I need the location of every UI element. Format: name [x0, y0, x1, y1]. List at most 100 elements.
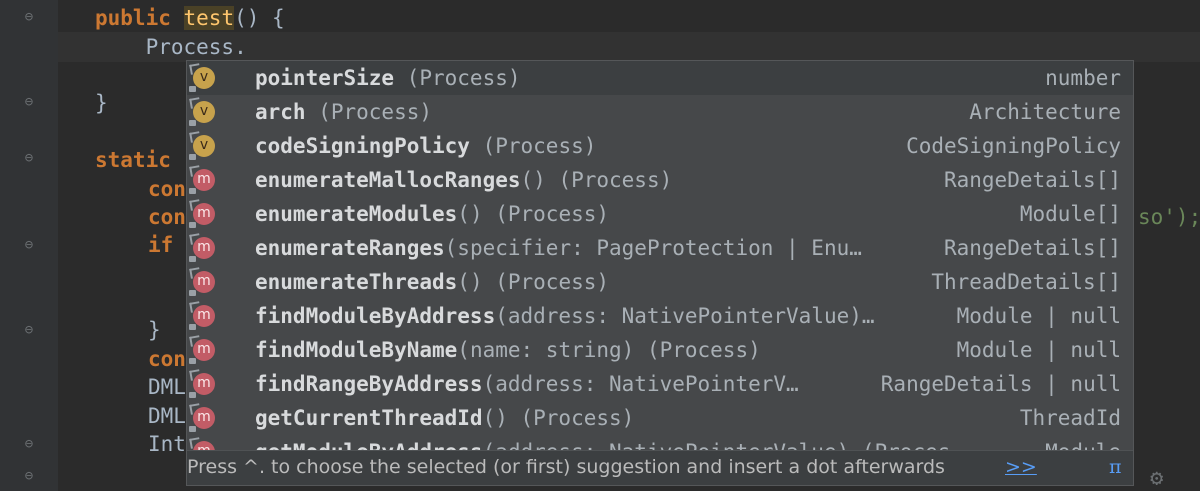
fold-marker-icon[interactable]: ⊖ — [22, 468, 36, 484]
suggestion-item[interactable]: v arch (Process) Architecture — [187, 95, 1133, 129]
suggestion-name: getCurrentThreadId — [255, 406, 483, 430]
suggestion-type: RangeDetails | null — [880, 372, 1121, 396]
suggestion-signature: findRangeByAddress(address: NativePointe… — [255, 367, 799, 401]
editor-gutter: ⊖ ⊖ ⊖ ⊖ ⊖ ⊖ ⊖ — [0, 0, 58, 491]
more-link[interactable]: >> — [1005, 451, 1037, 484]
code-line: } — [148, 318, 161, 342]
suggestion-name: enumerateMallocRanges — [255, 168, 521, 192]
pin-icon — [189, 267, 201, 279]
function-name: test — [183, 6, 235, 30]
suggestion-params: () (Process) — [482, 406, 635, 430]
suggestion-name: findRangeByAddress — [255, 372, 483, 396]
method-icon: m — [189, 369, 215, 398]
autocomplete-footer: Press ^. to choose the selected (or firs… — [187, 450, 1133, 485]
lock-icon — [189, 86, 196, 92]
suggestion-name: enumerateRanges — [255, 236, 445, 260]
lock-icon — [189, 154, 196, 160]
fold-marker-icon[interactable]: ⊖ — [22, 9, 36, 25]
suggestion-item[interactable]: m enumerateRanges(specifier: PageProtecti… — [187, 231, 1133, 265]
fold-marker-icon[interactable]: ⊖ — [22, 237, 36, 253]
autocomplete-popup[interactable]: v pointerSize (Process) number v arch (Proce… — [186, 60, 1134, 486]
code-line-current: Process. — [95, 35, 247, 59]
lock-icon — [189, 256, 196, 262]
suggestion-item[interactable]: m getCurrentThreadId() (Process) ThreadId — [187, 401, 1133, 435]
pin-icon — [189, 369, 201, 381]
keyword: public — [95, 6, 184, 30]
suggestion-signature: enumerateModules() (Process) — [255, 197, 609, 231]
pin-icon — [189, 437, 201, 449]
code-line: Int — [148, 432, 186, 456]
suggestion-type: RangeDetails[] — [943, 236, 1121, 260]
lock-icon — [189, 358, 196, 364]
suggestion-type: ThreadDetails[] — [931, 270, 1121, 294]
code-line: DML — [148, 375, 186, 399]
suggestion-signature: enumerateThreads() (Process) — [255, 265, 609, 299]
fold-marker-icon[interactable]: ⊖ — [22, 94, 36, 110]
lock-icon — [189, 392, 196, 398]
suggestion-signature: codeSigningPolicy (Process) — [255, 129, 596, 163]
suggestion-name: enumerateThreads — [255, 270, 458, 294]
variable-icon: v — [189, 131, 215, 160]
pi-icon[interactable]: π — [1109, 451, 1122, 484]
suggestion-signature: enumerateRanges(specifier: PageProtectio… — [255, 231, 862, 265]
code-line: con — [148, 347, 186, 371]
suggestion-params: (Process) — [469, 134, 597, 158]
suggestion-name: arch — [255, 100, 306, 124]
suggestion-params: (specifier: PageProtection | Enu… — [444, 236, 862, 260]
suggestion-item[interactable]: v codeSigningPolicy (Process) CodeSigningP… — [187, 129, 1133, 163]
suggestion-type: Module[] — [1019, 202, 1121, 226]
footer-hint: Press ^. to choose the selected (or firs… — [187, 456, 945, 478]
suggestion-type: Module | null — [956, 338, 1121, 362]
suggestion-params: (Process) — [305, 100, 433, 124]
lock-icon — [189, 188, 196, 194]
suggestion-type: Module | null — [956, 304, 1121, 328]
suggestion-params: (address: NativePointerV… — [482, 372, 799, 396]
pin-icon — [189, 403, 201, 415]
pin-icon — [189, 63, 201, 75]
suggestion-signature: getCurrentThreadId() (Process) — [255, 401, 634, 435]
fold-marker-icon[interactable]: ⊖ — [22, 322, 36, 338]
suggestion-params: () (Process) — [457, 270, 610, 294]
suggestion-type: Architecture — [969, 100, 1121, 124]
suggestion-type: RangeDetails[] — [943, 168, 1121, 192]
pin-icon — [189, 233, 201, 245]
code-line: if — [148, 233, 174, 257]
fold-marker-icon[interactable]: ⊖ — [22, 436, 36, 452]
suggestion-item[interactable]: m findModuleByAddress(address: NativePoin… — [187, 299, 1133, 333]
suggestion-name: findModuleByName — [255, 338, 458, 362]
fold-marker-icon[interactable]: ⊖ — [22, 150, 36, 166]
suggestion-list[interactable]: v pointerSize (Process) number v arch (Proce… — [187, 61, 1133, 453]
suggestion-params: (name: string) (Process) — [457, 338, 761, 362]
suggestion-item[interactable]: m enumerateModules() (Process) Module[] — [187, 197, 1133, 231]
suggestion-params: (Process) — [394, 66, 521, 90]
lock-icon — [189, 120, 196, 126]
lock-icon — [189, 426, 196, 432]
code-line: public test() { — [95, 3, 285, 33]
lock-icon — [189, 290, 196, 296]
suggestion-signature: findModuleByAddress(address: NativePoint… — [255, 299, 875, 333]
pin-icon — [189, 301, 201, 313]
code-line: con — [148, 205, 186, 229]
suggestion-signature: arch (Process) — [255, 95, 432, 129]
method-icon: m — [189, 233, 215, 262]
method-icon: m — [189, 403, 215, 432]
code-line: DML — [148, 404, 186, 428]
method-icon: m — [189, 267, 215, 296]
suggestion-item[interactable]: m findModuleByName(name: string) (Process… — [187, 333, 1133, 367]
suggestion-item[interactable]: m enumerateThreads() (Process) ThreadDetai… — [187, 265, 1133, 299]
suggestion-name: enumerateModules — [255, 202, 458, 226]
suggestion-params: (address: NativePointerValue)… — [495, 304, 875, 328]
suggestion-type: CodeSigningPolicy — [906, 134, 1121, 158]
suggestion-name: findModuleByAddress — [255, 304, 496, 328]
suggestion-item[interactable]: m findRangeByAddress(address: NativePoint… — [187, 367, 1133, 401]
suggestion-name: codeSigningPolicy — [255, 134, 470, 158]
suggestion-params: () (Process) — [520, 168, 673, 192]
suggestion-item[interactable]: v pointerSize (Process) number — [187, 61, 1133, 95]
gear-icon[interactable]: ⚙ — [1150, 468, 1163, 490]
method-icon: m — [189, 199, 215, 228]
code-line: static — [95, 148, 184, 172]
code-line-tail: so'); — [1138, 205, 1200, 229]
lock-icon — [189, 324, 196, 330]
suggestion-signature: findModuleByName(name: string) (Process) — [255, 333, 761, 367]
suggestion-item[interactable]: m enumerateMallocRanges() (Process) RangeD… — [187, 163, 1133, 197]
